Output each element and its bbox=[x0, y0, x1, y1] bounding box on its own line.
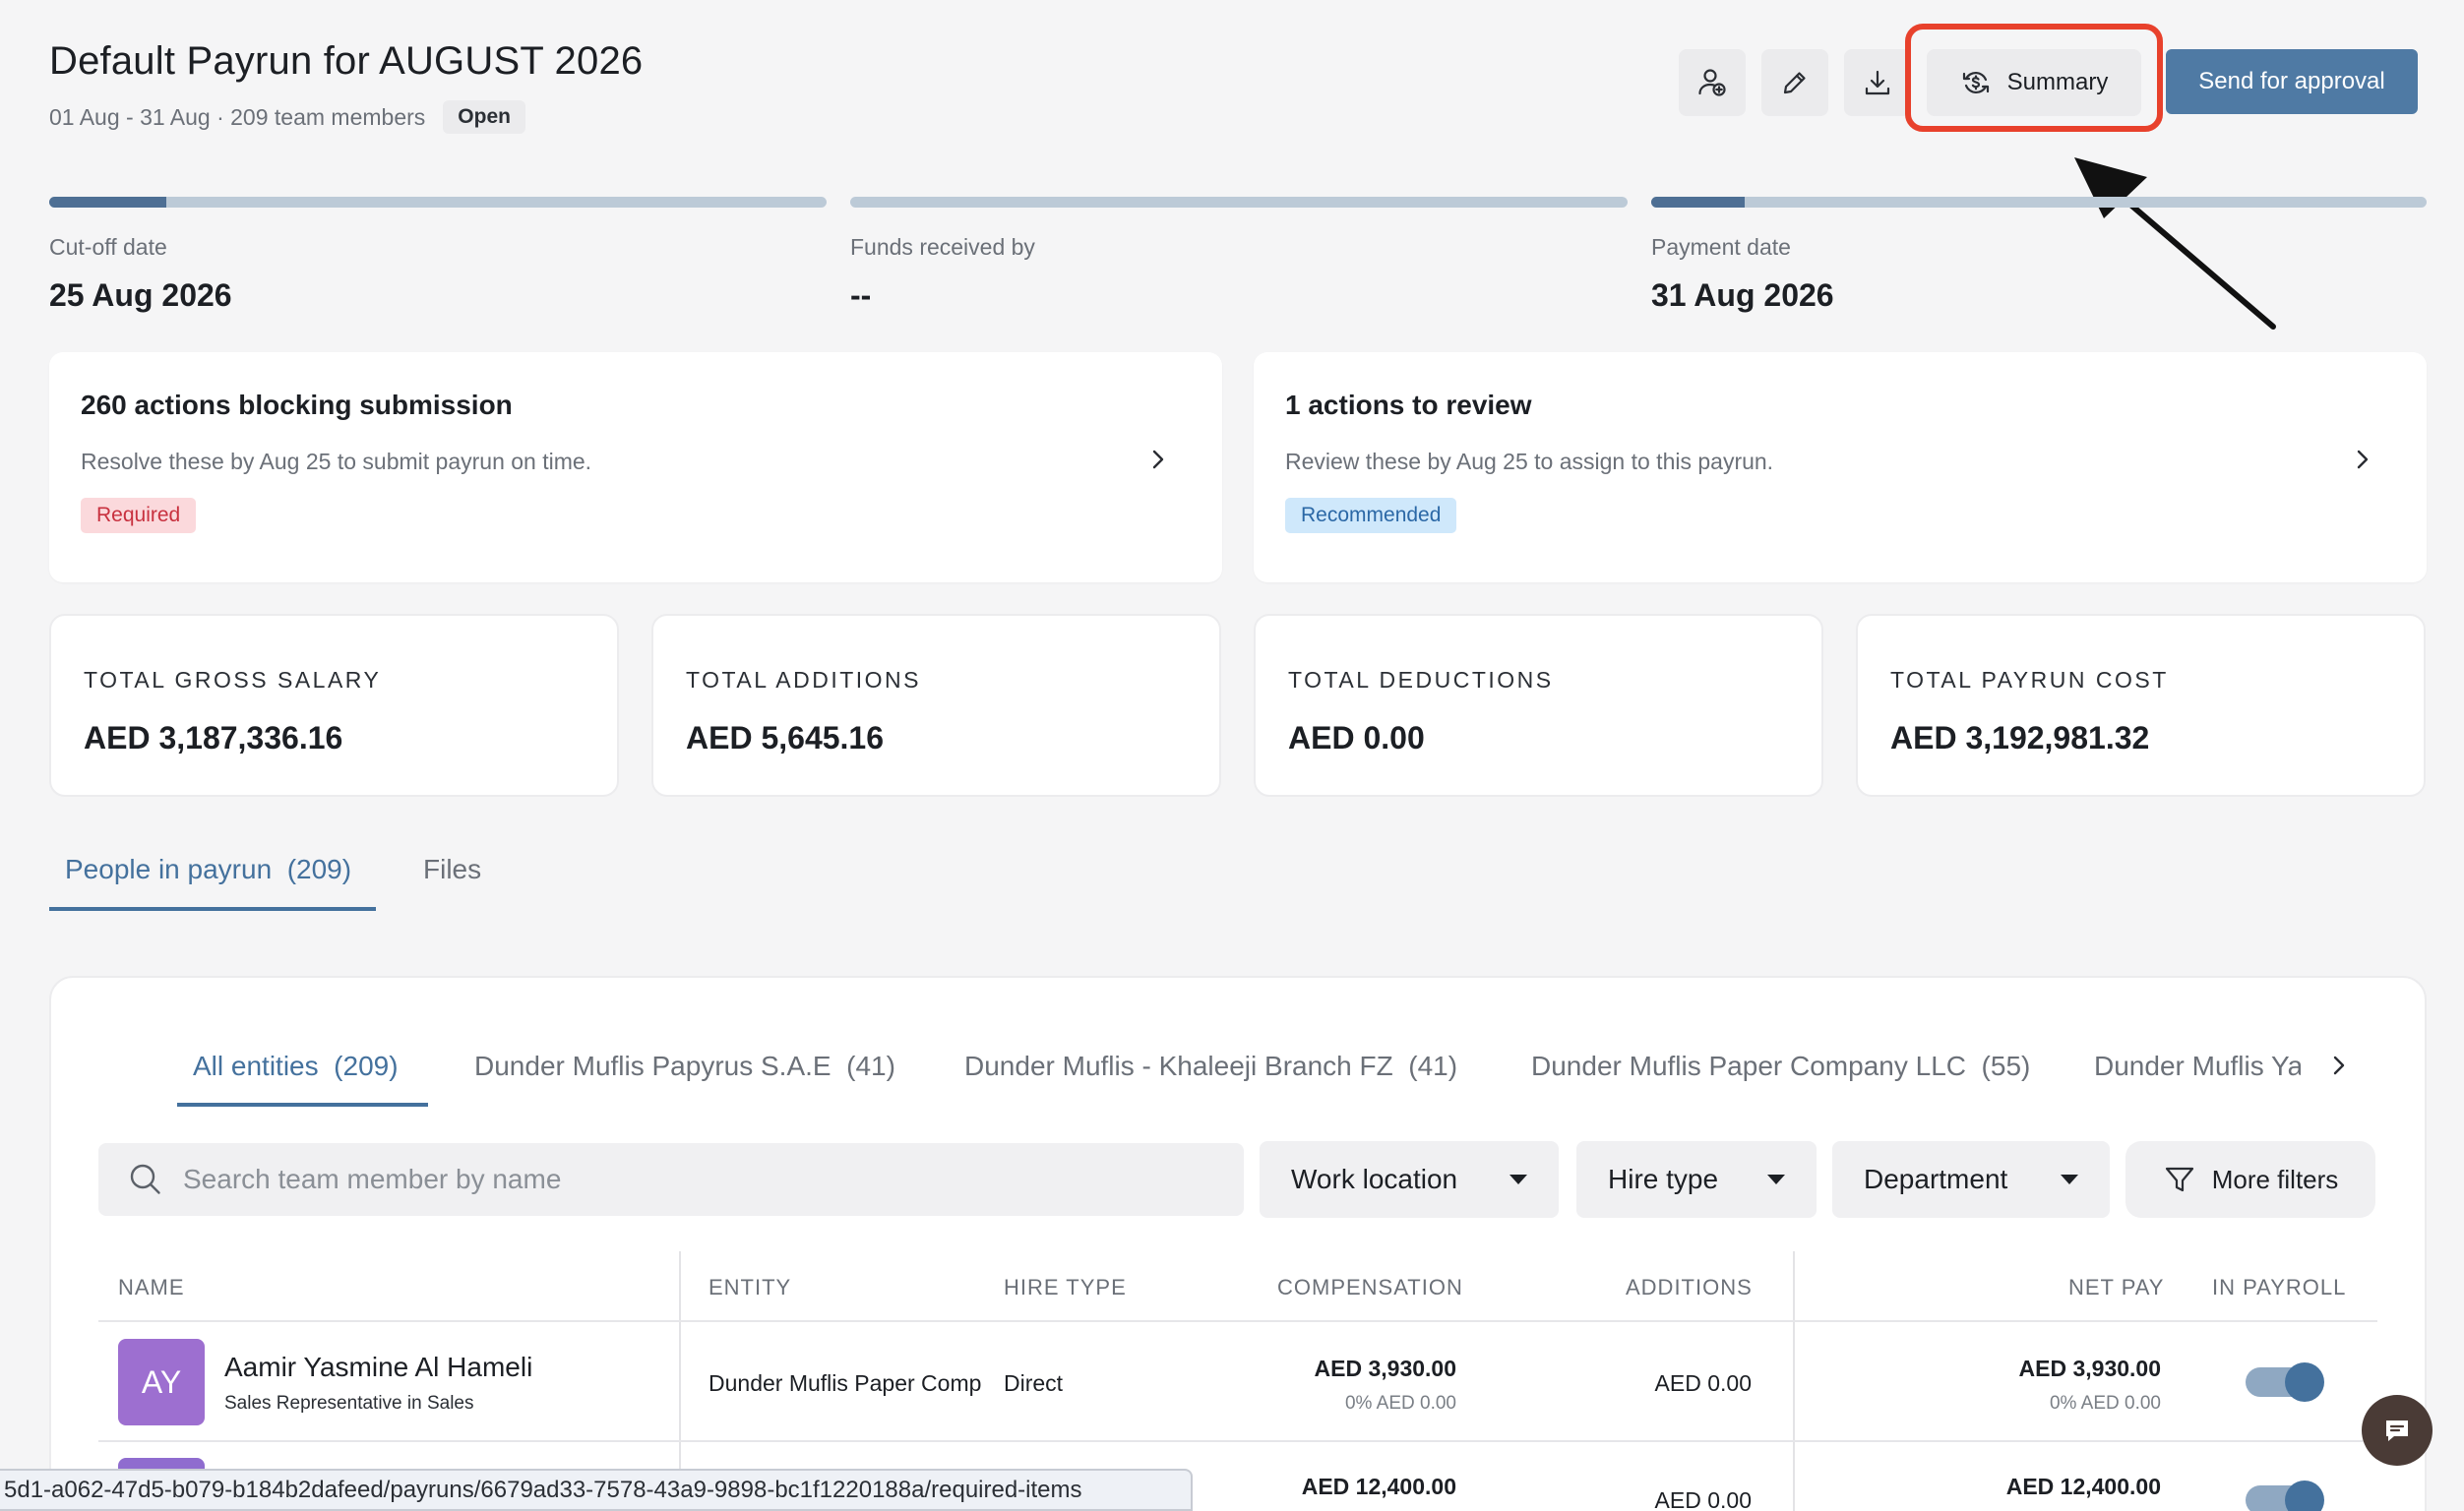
funnel-icon bbox=[2165, 1167, 2193, 1192]
employee-net-pay-change: 0% AED 0.00 bbox=[2049, 1393, 2161, 1414]
caret-down-icon bbox=[1509, 1175, 1527, 1184]
summary-highlight-box bbox=[1905, 24, 2163, 132]
tab-people-in-payrun[interactable]: People in payrun (209) bbox=[65, 854, 351, 885]
pencil-icon bbox=[1783, 72, 1806, 94]
recommended-badge: Recommended bbox=[1285, 498, 1457, 533]
chevron-right-icon[interactable] bbox=[2326, 1053, 2352, 1078]
more-filters-label: More filters bbox=[2211, 1164, 2339, 1194]
more-filters-button[interactable]: More filters bbox=[2125, 1141, 2375, 1218]
chevron-right-icon bbox=[2357, 450, 2369, 469]
employee-compensation: AED 3,930.00 bbox=[1314, 1356, 1456, 1381]
annotation-arrow-icon bbox=[2074, 157, 2276, 330]
required-badge: Required bbox=[81, 498, 197, 533]
employee-net-pay: AED 12,400.00 bbox=[2005, 1474, 2161, 1499]
entity-tab-khaleeji-branch[interactable]: Dunder Muflis - Khaleeji Branch FZ (41) bbox=[964, 1051, 1457, 1082]
chevron-right-icon bbox=[1152, 450, 1164, 469]
review-actions-title: 1 actions to review bbox=[1285, 390, 1532, 420]
work-location-label: Work location bbox=[1291, 1164, 1458, 1194]
column-header-hire-type[interactable]: HIRE TYPE bbox=[1004, 1275, 1127, 1300]
review-actions-desc: Review these by Aug 25 to assign to this… bbox=[1285, 449, 1774, 474]
total-gross-salary-card: TOTAL GROSS SALARY AED 3,187,336.16 bbox=[49, 614, 619, 797]
total-deductions-value: AED 0.00 bbox=[1288, 720, 1425, 756]
total-gross-salary-label: TOTAL GROSS SALARY bbox=[84, 667, 382, 693]
caret-down-icon bbox=[2061, 1175, 2078, 1184]
total-deductions-card: TOTAL DEDUCTIONS AED 0.00 bbox=[1254, 614, 1823, 797]
add-user-icon bbox=[1698, 69, 1726, 96]
funds-progress-bar bbox=[850, 197, 1628, 208]
search-icon bbox=[130, 1164, 160, 1194]
employee-hire-type: Direct bbox=[1004, 1370, 1064, 1396]
page-title: Default Payrun for AUGUST 2026 bbox=[49, 39, 644, 83]
total-deductions-label: TOTAL DEDUCTIONS bbox=[1288, 667, 1554, 693]
blocking-actions-title: 260 actions blocking submission bbox=[81, 390, 513, 420]
tab-files[interactable]: Files bbox=[423, 854, 481, 885]
funds-received-label: Funds received by bbox=[850, 234, 1035, 260]
hire-type-filter[interactable]: Hire type bbox=[1576, 1141, 1817, 1218]
status-badge: Open bbox=[443, 100, 525, 134]
department-filter[interactable]: Department bbox=[1832, 1141, 2110, 1218]
total-additions-value: AED 5,645.16 bbox=[686, 720, 885, 756]
employee-name[interactable]: Aamir Yasmine Al Hameli bbox=[224, 1352, 532, 1383]
cutoff-progress-bar bbox=[49, 197, 827, 208]
employee-additions: AED 0.00 bbox=[1654, 1370, 1752, 1396]
work-location-filter[interactable]: Work location bbox=[1260, 1141, 1559, 1218]
download-button[interactable] bbox=[1844, 49, 1911, 116]
payrun-period: 01 Aug - 31 Aug · 209 team members bbox=[49, 103, 426, 130]
payment-date-label: Payment date bbox=[1651, 234, 1791, 260]
chat-icon bbox=[2386, 1420, 2408, 1441]
total-gross-salary-value: AED 3,187,336.16 bbox=[84, 720, 343, 756]
total-payrun-cost-card: TOTAL PAYRUN COST AED 3,192,981.32 bbox=[1856, 614, 2426, 797]
column-header-compensation[interactable]: COMPENSATION bbox=[1277, 1275, 1463, 1300]
employee-compensation-change: 0% AED 0.00 bbox=[1344, 1393, 1456, 1414]
column-header-entity[interactable]: ENTITY bbox=[708, 1275, 791, 1300]
entity-tab-ya[interactable]: Dunder Muflis Ya bbox=[2094, 1051, 2301, 1082]
department-label: Department bbox=[1864, 1164, 2008, 1194]
column-header-net-pay[interactable]: NET PAY bbox=[2068, 1275, 2164, 1300]
search-input[interactable] bbox=[183, 1164, 1167, 1195]
browser-status-url: 5d1-a062-47d5-b079-b184b2dafeed/payruns/… bbox=[0, 1469, 1193, 1511]
row-divider bbox=[98, 1440, 2377, 1442]
blocking-actions-card[interactable]: 260 actions blocking submission Resolve … bbox=[49, 352, 1222, 582]
total-additions-card: TOTAL ADDITIONS AED 5,645.16 bbox=[651, 614, 1221, 797]
payment-date-value: 31 Aug 2026 bbox=[1651, 277, 1834, 313]
employee-compensation: AED 12,400.00 bbox=[1301, 1474, 1456, 1499]
employee-entity: Dunder Muflis Paper Comp bbox=[708, 1370, 982, 1396]
entity-tab-all[interactable]: All entities (209) bbox=[193, 1051, 399, 1082]
total-payrun-cost-value: AED 3,192,981.32 bbox=[1890, 720, 2150, 756]
add-member-button[interactable] bbox=[1679, 49, 1746, 116]
column-divider bbox=[1793, 1251, 1795, 1511]
send-for-approval-button[interactable]: Send for approval bbox=[2166, 49, 2418, 114]
search-box[interactable] bbox=[98, 1143, 1244, 1216]
avatar: AY bbox=[118, 1339, 205, 1425]
employee-additions: AED 0.00 bbox=[1654, 1487, 1752, 1511]
chat-support-button[interactable] bbox=[2362, 1395, 2433, 1466]
entity-tab-paper-company-llc[interactable]: Dunder Muflis Paper Company LLC (55) bbox=[1531, 1051, 2030, 1082]
hire-type-label: Hire type bbox=[1608, 1164, 1719, 1194]
column-header-name[interactable]: NAME bbox=[118, 1275, 185, 1300]
funds-received-value: -- bbox=[850, 277, 872, 313]
payrun-subtitle: 01 Aug - 31 Aug · 209 team members Open bbox=[49, 100, 525, 134]
employee-role: Sales Representative in Sales bbox=[224, 1393, 474, 1414]
in-payroll-toggle[interactable] bbox=[2246, 1481, 2324, 1511]
column-header-in-payroll[interactable]: IN PAYROLL bbox=[2212, 1275, 2346, 1300]
blocking-actions-desc: Resolve these by Aug 25 to submit payrun… bbox=[81, 449, 592, 474]
column-header-additions[interactable]: ADDITIONS bbox=[1626, 1275, 1753, 1300]
caret-down-icon bbox=[1767, 1175, 1785, 1184]
total-payrun-cost-label: TOTAL PAYRUN COST bbox=[1890, 667, 2169, 693]
entity-tab-papyrus-sae[interactable]: Dunder Muflis Papyrus S.A.E (41) bbox=[474, 1051, 895, 1082]
total-additions-label: TOTAL ADDITIONS bbox=[686, 667, 921, 693]
payment-progress-bar bbox=[1651, 197, 2427, 208]
download-icon bbox=[1865, 70, 1890, 95]
tab-active-indicator bbox=[49, 907, 376, 911]
edit-button[interactable] bbox=[1761, 49, 1828, 116]
entity-tab-active-indicator bbox=[177, 1103, 428, 1107]
header-row-divider bbox=[98, 1320, 2377, 1322]
in-payroll-toggle[interactable] bbox=[2246, 1362, 2324, 1402]
cutoff-date-label: Cut-off date bbox=[49, 234, 167, 260]
employee-net-pay: AED 3,930.00 bbox=[2018, 1356, 2161, 1381]
cutoff-date-value: 25 Aug 2026 bbox=[49, 277, 232, 313]
review-actions-card[interactable]: 1 actions to review Review these by Aug … bbox=[1254, 352, 2427, 582]
